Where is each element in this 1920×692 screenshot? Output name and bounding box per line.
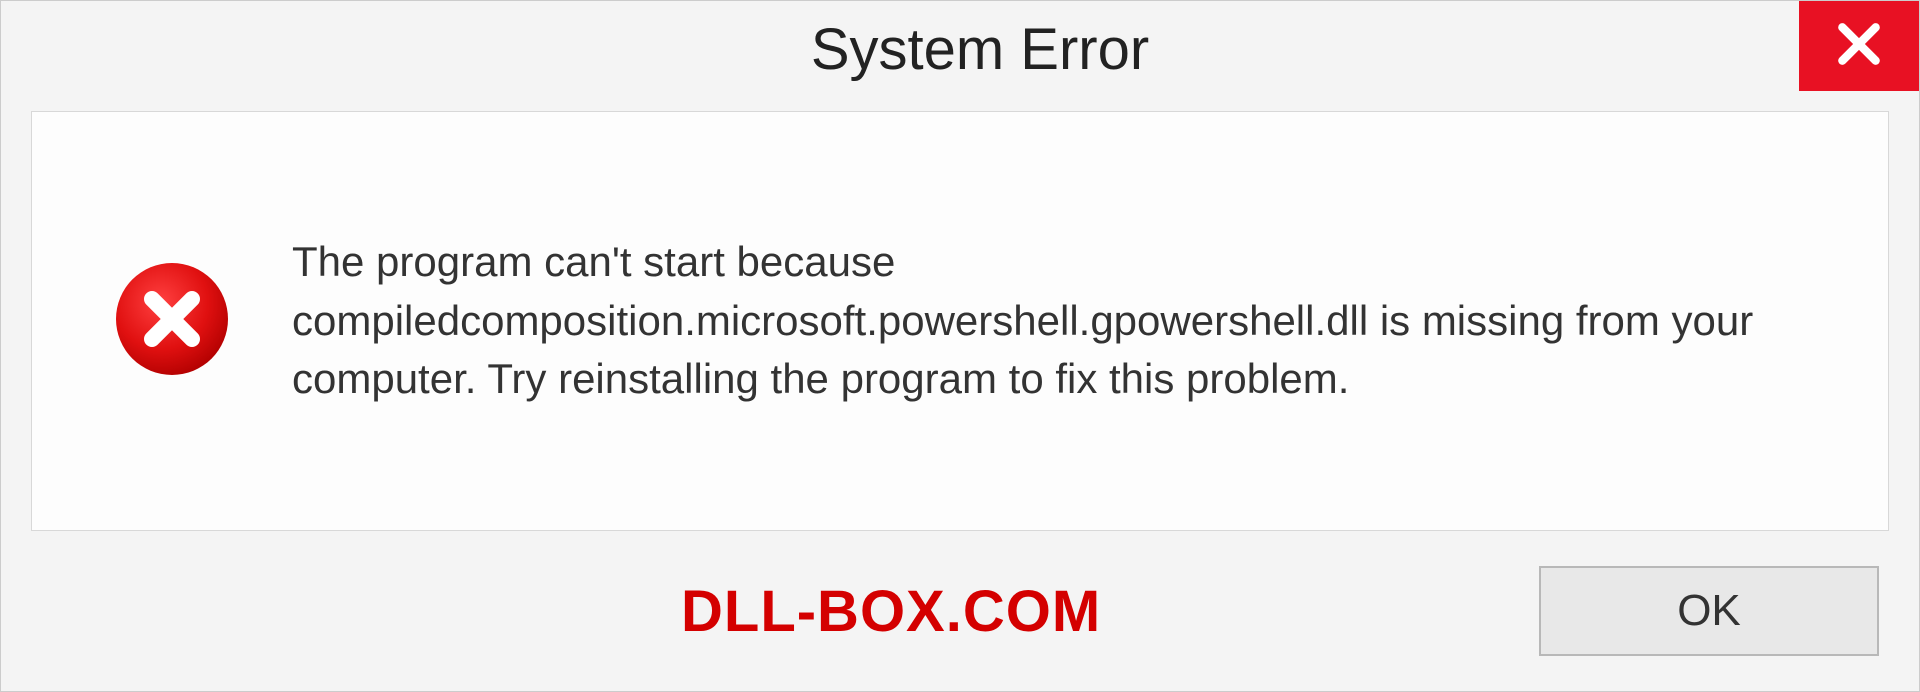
content-panel: The program can't start because compiled…	[31, 111, 1889, 531]
error-icon	[112, 259, 232, 384]
dialog-title: System Error	[811, 16, 1149, 83]
ok-button[interactable]: OK	[1539, 566, 1879, 656]
error-dialog: System Error	[0, 0, 1920, 692]
close-icon	[1834, 19, 1884, 74]
watermark-text: DLL-BOX.COM	[681, 578, 1101, 645]
titlebar: System Error	[1, 1, 1919, 101]
error-message: The program can't start because compiled…	[292, 233, 1828, 409]
dialog-footer: DLL-BOX.COM OK	[1, 551, 1919, 691]
close-button[interactable]	[1799, 1, 1919, 91]
